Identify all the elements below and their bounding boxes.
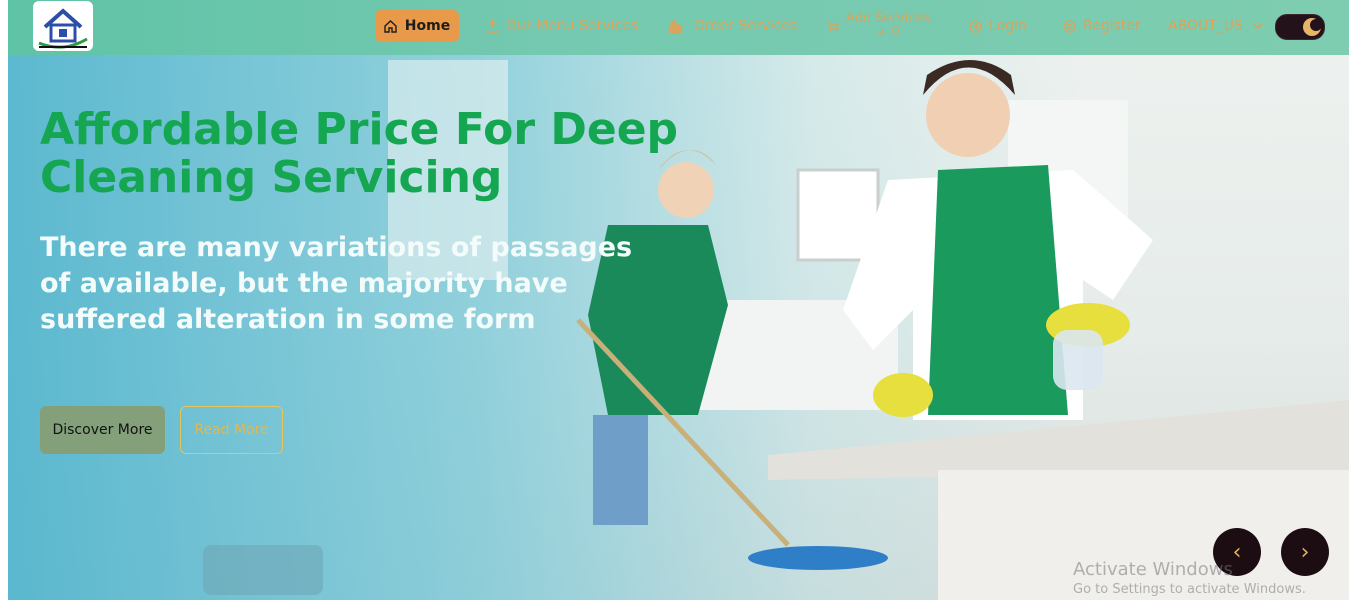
- read-more-button[interactable]: Read More: [180, 406, 283, 454]
- page-frame: Home Our Menu Services Order Services Ad…: [8, 0, 1349, 600]
- login-icon: [968, 19, 982, 33]
- nav-register-label: Register: [1083, 18, 1141, 34]
- nav-our-menu-services-label: Our Menu Services: [506, 18, 639, 34]
- cart-icon: [825, 19, 839, 33]
- home-icon: [384, 19, 398, 33]
- nav-add-services-label: Add Services: [846, 11, 931, 26]
- chevron-down-icon: [1251, 19, 1265, 33]
- nav-home-label: Home: [404, 18, 451, 34]
- nav-login-label: Login: [989, 18, 1027, 34]
- watermark-title: Activate Windows: [1073, 559, 1233, 580]
- discover-more-button[interactable]: Discover More: [40, 406, 165, 454]
- nav-home[interactable]: Home: [375, 10, 459, 42]
- watermark-subtitle: Go to Settings to activate Windows.: [1073, 582, 1306, 597]
- nav-about-us-label: ABOUT_US: [1168, 18, 1243, 34]
- nav-about-us-dropdown[interactable]: ABOUT_US: [1168, 10, 1265, 42]
- windows-activation-watermark: Activate Windows Go to Settings to activ…: [1073, 559, 1306, 597]
- nav-register[interactable]: Register: [1062, 10, 1141, 42]
- hero-title: Affordable Price For Deep Cleaning Servi…: [40, 104, 679, 203]
- nav-add-services[interactable]: Add Services + 0: [825, 10, 930, 42]
- brand-logo[interactable]: [33, 1, 93, 51]
- nav-order-services[interactable]: Order Services: [665, 10, 797, 42]
- house-logo-icon: [38, 8, 88, 49]
- register-icon: [1062, 19, 1076, 33]
- fire-icon: [665, 15, 687, 37]
- nav-login[interactable]: Login: [968, 10, 1027, 42]
- theme-toggle[interactable]: [1275, 14, 1325, 40]
- dark-mode-icon: [1303, 18, 1322, 36]
- nav-our-menu-services[interactable]: Our Menu Services: [485, 10, 638, 42]
- upload-icon: [485, 19, 499, 33]
- nav-order-services-label: Order Services: [694, 18, 798, 34]
- hero-subtitle: There are many variations of passages of…: [40, 232, 633, 335]
- top-navbar: Home Our Menu Services Order Services Ad…: [8, 0, 1349, 55]
- cart-count-badge: + 0: [876, 25, 900, 40]
